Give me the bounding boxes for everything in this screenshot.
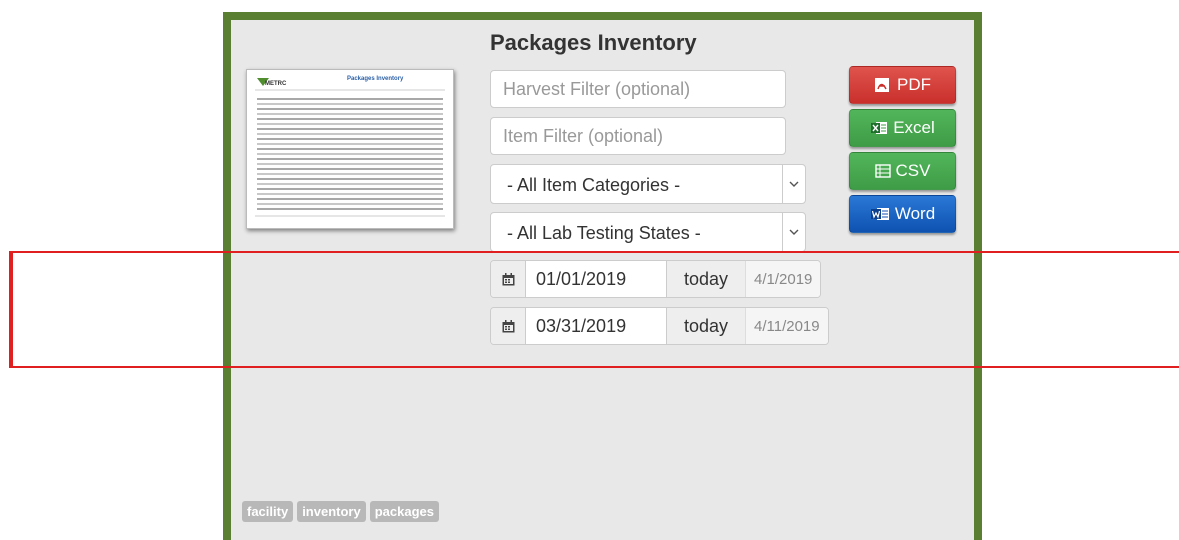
end-date-hint: 4/11/2019	[745, 308, 828, 344]
export-word-label: Word	[894, 204, 936, 223]
thumbnail-row	[257, 123, 443, 125]
thumbnail-logo-text: METRC	[265, 81, 287, 87]
item-category-value: - All Item Categories -	[507, 175, 681, 195]
thumbnail-row	[257, 138, 443, 140]
start-date-picker: 01/01/2019 today 4/1/2019	[490, 260, 822, 298]
report-preview-image: METRC Packages Inventory	[255, 76, 445, 217]
report-stage: Packages Inventory METRC Packages Invent…	[0, 0, 1179, 540]
harvest-filter-input[interactable]	[490, 70, 786, 108]
thumbnail-row	[257, 183, 443, 185]
thumbnail-row	[257, 98, 443, 100]
thumbnail-row	[257, 188, 443, 190]
thumbnail-row	[257, 163, 443, 165]
word-icon	[870, 208, 889, 220]
thumbnail-row	[257, 193, 443, 195]
tag-inventory[interactable]: inventory	[297, 501, 366, 522]
start-date-hint: 4/1/2019	[745, 261, 821, 297]
lab-testing-state-value: - All Lab Testing States -	[507, 223, 701, 243]
start-date-input[interactable]: 01/01/2019	[526, 261, 666, 297]
item-filter-input[interactable]	[490, 117, 786, 155]
thumbnail-row	[257, 118, 443, 120]
thumbnail-row	[257, 103, 443, 105]
export-pdf-label: PDF	[897, 75, 931, 94]
end-today-button[interactable]: today	[666, 308, 745, 344]
tag-facility[interactable]: facility	[242, 501, 294, 522]
lab-testing-state-select[interactable]: - All Lab Testing States -	[490, 212, 806, 252]
thumbnail-row	[257, 108, 443, 110]
thumbnail-row	[257, 203, 443, 205]
export-csv-button[interactable]: CSV	[849, 152, 956, 190]
calendar-icon[interactable]	[491, 308, 526, 344]
export-pdf-button[interactable]: PDF	[849, 66, 956, 104]
thumbnail-row	[257, 143, 443, 145]
thumbnail-row	[257, 113, 443, 115]
thumbnail-row	[257, 168, 443, 170]
thumbnail-row	[257, 148, 443, 150]
page-title: Packages Inventory	[490, 30, 697, 55]
thumbnail-row	[257, 198, 443, 200]
tag-packages[interactable]: packages	[369, 501, 439, 522]
export-excel-label: Excel	[893, 118, 935, 137]
metrc-logo: METRC	[257, 78, 287, 87]
thumbnail-row	[257, 158, 443, 160]
start-today-button[interactable]: today	[666, 261, 745, 297]
export-csv-label: CSV	[895, 161, 931, 180]
report-preview-thumbnail[interactable]: METRC Packages Inventory	[246, 69, 454, 229]
export-word-button[interactable]: Word	[849, 195, 956, 233]
end-date-picker: 03/31/2019 today 4/11/2019	[490, 307, 829, 345]
pdf-icon	[875, 78, 889, 92]
thumbnail-row	[257, 178, 443, 180]
thumbnail-row	[257, 173, 443, 175]
thumbnail-row	[257, 133, 443, 135]
export-excel-button[interactable]: Excel	[849, 109, 956, 147]
thumbnail-row	[257, 208, 443, 210]
csv-table-icon	[874, 164, 891, 178]
end-date-input[interactable]: 03/31/2019	[526, 308, 666, 344]
thumbnail-row	[257, 153, 443, 155]
chevron-down-icon	[782, 213, 805, 251]
thumbnail-report-title: Packages Inventory	[347, 76, 404, 82]
excel-icon	[871, 122, 888, 134]
chevron-down-icon	[782, 165, 805, 203]
thumbnail-table	[257, 98, 443, 210]
thumbnail-row	[257, 128, 443, 130]
tag-list: facility inventory packages	[242, 501, 439, 522]
calendar-icon[interactable]	[491, 261, 526, 297]
item-category-select[interactable]: - All Item Categories -	[490, 164, 806, 204]
